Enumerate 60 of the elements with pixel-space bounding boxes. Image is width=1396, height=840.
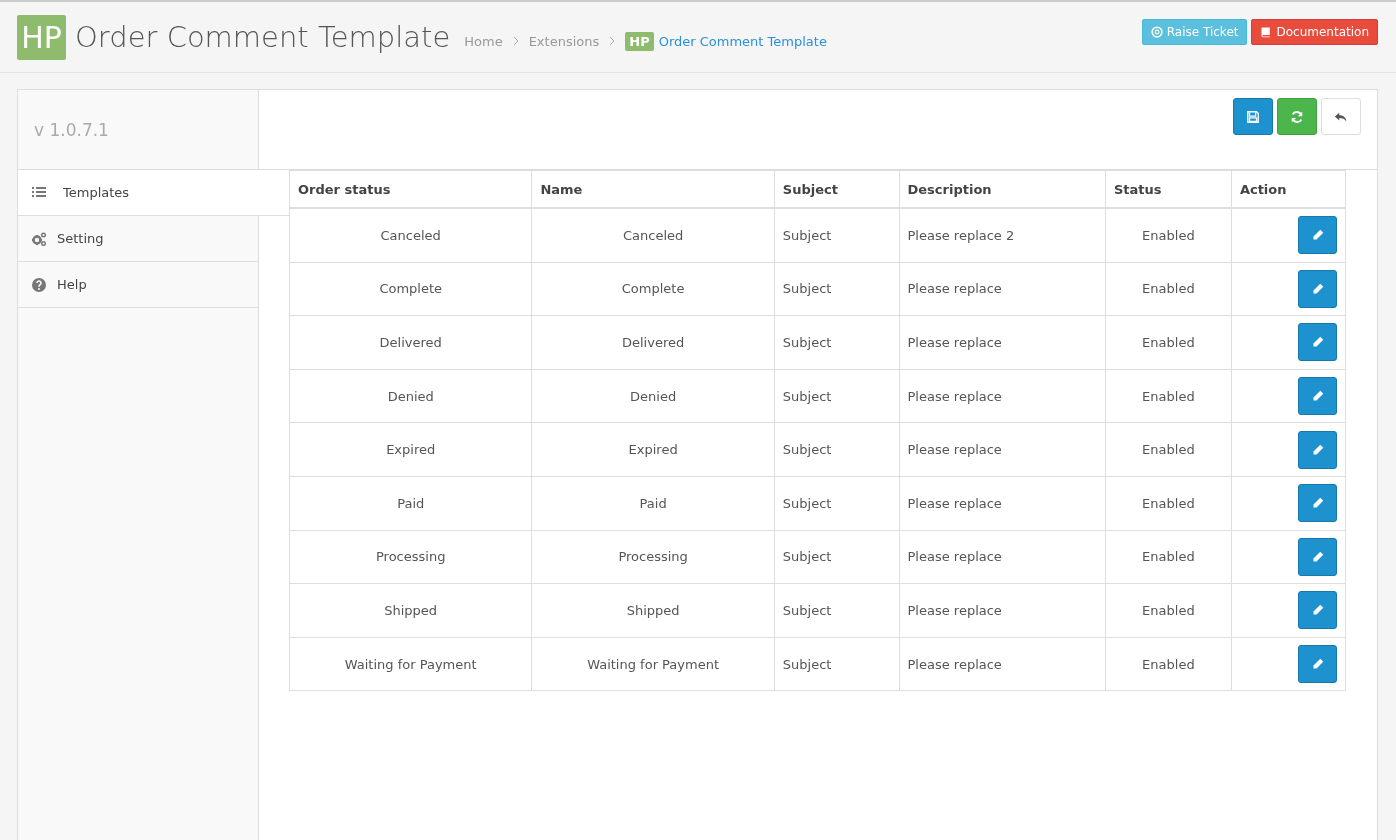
table-cell: Subject bbox=[774, 476, 899, 531]
table-cell: Delivered bbox=[531, 315, 775, 370]
sidebar-tab[interactable]: Templates bbox=[18, 170, 289, 216]
table-cell: Please replace bbox=[899, 583, 1106, 638]
table-cell: Canceled bbox=[289, 208, 532, 263]
table-cell: Please replace bbox=[899, 637, 1106, 691]
table-cell: Enabled bbox=[1105, 637, 1232, 691]
column-header: Status bbox=[1105, 170, 1232, 208]
table-cell: Please replace bbox=[899, 262, 1106, 316]
table-cell: Please replace bbox=[899, 315, 1106, 370]
column-header: Description bbox=[899, 170, 1106, 208]
table-cell: Subject bbox=[774, 315, 899, 370]
table-cell: Expired bbox=[289, 422, 532, 477]
table-cell: Subject bbox=[774, 208, 899, 263]
table-cell: Please replace bbox=[899, 530, 1106, 584]
table-cell: Please replace bbox=[899, 422, 1106, 477]
table-cell: Please replace bbox=[899, 369, 1106, 423]
table-cell: Paid bbox=[531, 476, 775, 531]
table-cell: Paid bbox=[289, 476, 532, 531]
table-cell: Complete bbox=[531, 262, 775, 316]
table-cell: Expired bbox=[531, 422, 775, 477]
table-cell: Shipped bbox=[531, 583, 775, 638]
table-cell: Complete bbox=[289, 262, 532, 316]
table-cell: Enabled bbox=[1105, 422, 1232, 477]
raise-ticket-button[interactable]: Raise Ticket bbox=[1141, 19, 1248, 45]
table-cell: Enabled bbox=[1105, 369, 1232, 423]
table-cell: Canceled bbox=[531, 208, 775, 263]
table-cell: Enabled bbox=[1105, 583, 1232, 638]
table-cell: Please replace 2 bbox=[899, 208, 1106, 263]
table-cell: Subject bbox=[774, 637, 899, 691]
table-cell: Processing bbox=[531, 530, 775, 584]
table-cell: Enabled bbox=[1105, 315, 1232, 370]
table-cell: Subject bbox=[774, 583, 899, 638]
table-cell: Waiting for Payment bbox=[289, 637, 532, 691]
table-cell: Please replace bbox=[899, 476, 1106, 531]
table-cell: Enabled bbox=[1105, 208, 1232, 263]
table-cell: Enabled bbox=[1105, 476, 1232, 531]
column-header: Subject bbox=[774, 170, 899, 208]
table-cell: Shipped bbox=[289, 583, 532, 638]
table-cell: Waiting for Payment bbox=[531, 637, 775, 691]
table-cell: Subject bbox=[774, 262, 899, 316]
table-cell: Denied bbox=[289, 369, 532, 423]
table-cell: Enabled bbox=[1105, 530, 1232, 584]
table-cell: Processing bbox=[289, 530, 532, 584]
table-cell: Denied bbox=[531, 369, 775, 423]
table-cell: Delivered bbox=[289, 315, 532, 370]
breadcrumb-link[interactable]: Extensions bbox=[528, 33, 600, 49]
logo-badge: HP bbox=[17, 14, 66, 60]
table-cell: Enabled bbox=[1105, 262, 1232, 316]
table-cell: Subject bbox=[774, 422, 899, 477]
table-cell: Subject bbox=[774, 530, 899, 584]
breadcrumb-link[interactable]: Order Comment Template bbox=[658, 33, 827, 49]
table-cell: Subject bbox=[774, 369, 899, 423]
breadcrumb-link[interactable]: Home bbox=[464, 33, 503, 49]
column-header: Name bbox=[531, 170, 775, 208]
column-header: Action bbox=[1231, 170, 1346, 208]
page-title: Order Comment Template bbox=[75, 20, 451, 54]
documentation-button[interactable]: Documentation bbox=[1251, 19, 1378, 45]
column-header: Order status bbox=[289, 170, 532, 208]
logo-badge: HP bbox=[625, 31, 654, 51]
